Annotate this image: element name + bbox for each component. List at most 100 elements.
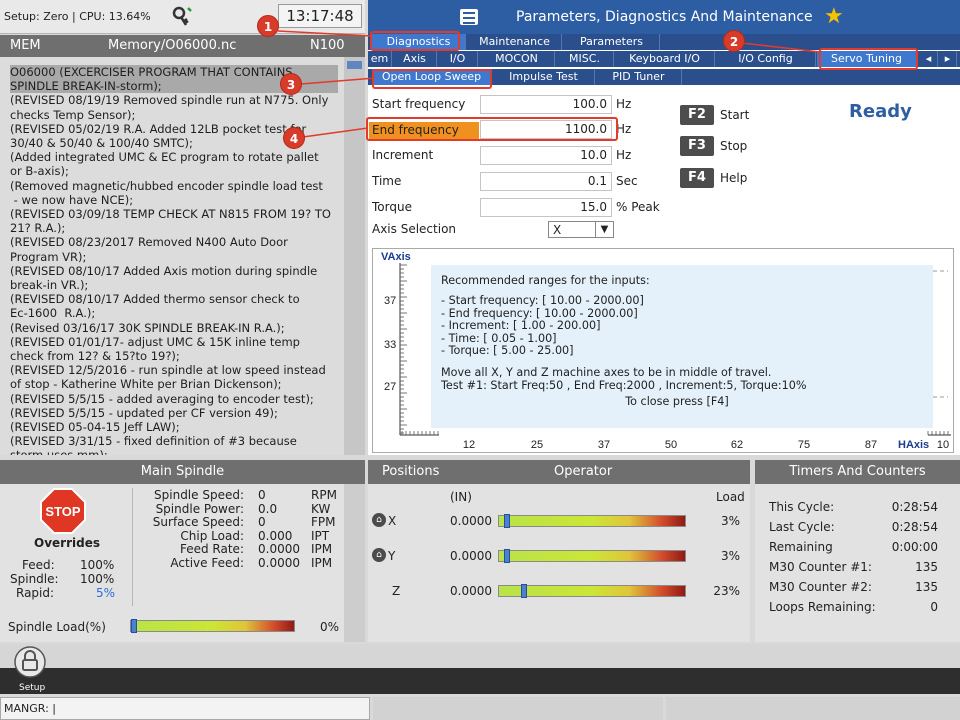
help-test: Test #1: Start Freq:50 , End Freq:2000 ,… [441,378,807,392]
help-move: Move all X, Y and Z machine axes to be i… [441,366,772,380]
axis-position: 0.0000 [450,584,492,598]
spindle-load-label: Spindle Load(%) [8,620,106,634]
override-label: Rapid: [16,586,55,600]
spindle-stat-unit: IPM [311,555,333,570]
help-popup: Recommended ranges for the inputs: - Sta… [431,265,933,428]
timer-label: This Cycle: [769,500,835,514]
positions-header: Positions Operator [368,460,750,484]
x-tick-label: 37 [598,439,610,451]
spindle-scrollbar[interactable] [344,484,365,642]
param-label: Torque [372,200,412,214]
spindle-stat-unit: FPM [311,515,336,529]
program-line: - we now have NCE); [10,192,134,207]
program-line: (REVISED 08/23/2017 Removed N400 Auto Do… [10,235,288,250]
axis-name: Z [392,584,401,598]
command-input[interactable]: MANGR: | [0,697,370,720]
override-label: Spindle: [10,572,59,586]
program-line: (REVISED 08/10/17 Added Axis motion duri… [10,263,318,278]
f4-label: Help [720,171,748,185]
sweep-graph: VAxis 37 33 27 12 25 37 50 62 75 87 10 HAxis Recomme… [372,248,954,453]
program-line: storm uses mm); [10,448,338,455]
param-label: Time [372,174,402,188]
status-cell-3 [666,697,960,720]
y-tick-label: 33 [384,339,396,351]
load-marker [131,619,137,633]
help-ranges: - Start frequency: [ 10.00 - 2000.00] - E… [441,294,933,358]
callout-1: 1 [257,15,279,37]
axis-home-icon[interactable]: ⌂ [372,513,386,527]
help-range-line: - Torque: [ 5.00 - 25.00] [441,344,574,358]
status-cell-2 [373,697,663,720]
axis-load-value: 23% [713,584,740,598]
spindle-stat-unit: IPM [311,542,333,556]
spindle-stat-unit: RPM [311,488,337,502]
timer-value: 135 [915,580,938,594]
spindle-stat-value: 0 [258,515,266,529]
x-tick-label: 87 [865,439,877,451]
param-unit: Sec [616,174,638,188]
x-tick-label: 10 [937,439,949,451]
setup-label: Setup [19,683,46,693]
axis-load-bar [498,549,686,563]
divider [132,488,133,606]
param-field[interactable]: 15.0 [480,198,612,217]
axis-home-icon[interactable]: ⌂ [372,548,386,562]
override-label: Feed: [22,558,55,572]
lock-icon[interactable] [14,645,46,679]
spindle-stat-value: 0 [258,488,266,502]
positions-mode: Operator [554,464,613,479]
spindle-stat-label: Feed Rate: [179,542,244,556]
axis-name: X [388,514,397,528]
timers-header: Timers And Counters [755,460,960,484]
main-spindle-header: Main Spindle [0,460,365,484]
axis-selection-label: Axis Selection [372,222,457,236]
program-line: of stop - Katherine White per Brian Dick… [10,377,282,392]
stop-icon: STOP [40,488,86,534]
axis-load-bar [498,514,686,528]
program-line: (REVISED 05-04-15 Jeff LAW); [10,420,180,435]
overrides-label: Overrides [34,536,100,550]
axis-select[interactable]: X ▼ [548,221,614,238]
y-tick-label: 37 [384,295,396,307]
y-tick-label: 27 [384,381,396,393]
timer-value: 0:28:54 [891,520,938,534]
timer-value: 135 [915,560,938,574]
spindle-stat-label: Active Feed: [170,555,244,570]
timer-label: M30 Counter #2: [769,580,872,594]
spindle-stat-label: Surface Speed: [152,515,244,529]
override-value: 5% [96,586,116,600]
axis-position: 0.0000 [450,514,492,528]
axis-load-bar [498,584,686,598]
callout-lines [277,30,821,138]
main-spindle-panel: STOP Overrides Feed: 100% Spindle: 100% Rapi… [0,484,365,642]
program-line: 21? R.A.); [10,221,66,236]
override-value: 100% [80,558,115,572]
spindle-stat-label: Spindle Speed: [154,488,244,502]
program-line: Program VR); [10,249,87,264]
program-line: (Revised 03/16/17 30K SPINDLE BREAK-IN R… [10,320,285,335]
f4-key[interactable]: F4 [680,168,714,188]
spindle-stat-value: 0.0 [258,501,278,516]
positions-title: Positions [382,464,440,479]
y-axis-label: VAxis [381,251,411,263]
x-axis-label: HAxis [898,439,929,451]
program-line: (REVISED 01/01/17- adjust UMC & 15K inli… [10,334,300,349]
program-line: (REVISED 03/09/18 TEMP CHECK AT N815 FRO… [10,207,331,222]
param-field[interactable]: 0.1 [480,172,612,191]
axis-load-value: 3% [720,549,740,563]
program-line: or B-axis); [10,164,69,179]
axis-select-value: X [553,223,562,237]
program-line: (REVISED 3/31/15 - fixed definition of #… [10,434,297,449]
spindle-load-bar [130,619,295,633]
spindle-stat-label: Spindle Power: [155,501,244,516]
timer-label: Last Cycle: [769,520,835,534]
positions-panel: (IN) Load ⌂ X 0.0000 3% ⌂ Y 0.0000 3% Z 0.0000 23% [368,484,750,642]
svg-text:STOP: STOP [45,504,80,519]
timer-label: Remaining [769,540,833,554]
program-line: break-in VR.); [10,278,89,293]
x-tick-label: 12 [463,439,475,451]
spindle-stat-label: Chip Load: [180,528,244,543]
load-marker [504,514,511,528]
spindle-stat-value: 0.0000 [258,542,300,556]
load-marker [520,584,527,598]
